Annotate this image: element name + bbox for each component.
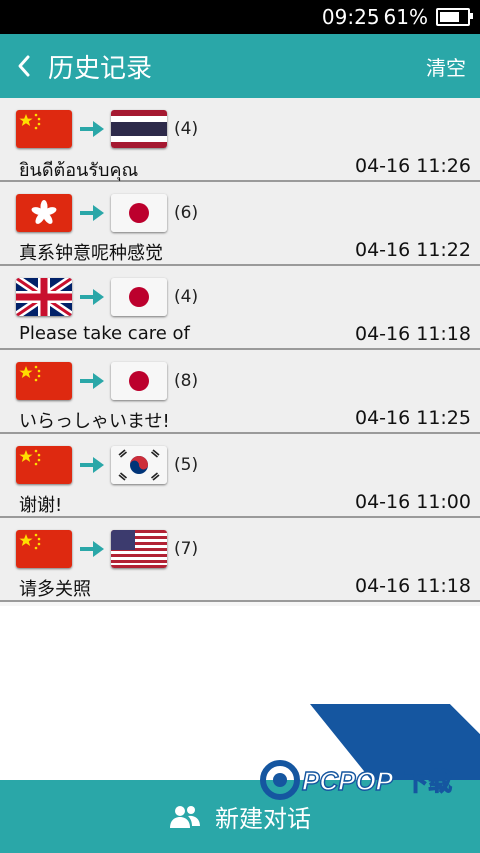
- arrow-right-icon: [80, 541, 104, 557]
- message-count: (4): [174, 119, 199, 139]
- timestamp: 04-16 11:26: [354, 155, 471, 177]
- flag-icon-us: [111, 530, 167, 568]
- timestamp: 04-16 11:18: [354, 575, 471, 597]
- svg-text:下载: 下载: [404, 768, 452, 796]
- arrow-right-icon: [80, 289, 104, 305]
- svg-text:PCPOP: PCPOP: [302, 766, 394, 796]
- back-icon[interactable]: [0, 34, 48, 98]
- phrase-text: Please take care of: [19, 323, 190, 344]
- page-title: 历史记录: [48, 53, 153, 84]
- history-item[interactable]: (5) 谢谢! 04-16 11:00: [0, 434, 480, 518]
- flag-icon-th: [111, 110, 167, 148]
- flag-icon-jp: [111, 278, 167, 316]
- message-count: (7): [174, 539, 199, 559]
- flag-icon-cn: [16, 362, 72, 400]
- history-item[interactable]: (8) いらっしゃいませ! 04-16 11:25: [0, 350, 480, 434]
- message-count: (5): [174, 455, 199, 475]
- phrase-text: 谢谢!: [19, 495, 63, 516]
- status-bar: 09:25 61%: [0, 0, 480, 34]
- watermark-logo: PCPOP 下载: [260, 760, 453, 800]
- phrase-text: いらっしゃいませ!: [19, 411, 170, 432]
- timestamp: 04-16 11:18: [354, 323, 471, 345]
- arrow-right-icon: [80, 205, 104, 221]
- flag-icon-cn: [16, 530, 72, 568]
- flag-icon-jp: [111, 362, 167, 400]
- timestamp: 04-16 11:22: [354, 239, 471, 261]
- users-icon: [170, 805, 200, 828]
- timestamp: 04-16 11:25: [354, 407, 471, 429]
- history-item[interactable]: (6) 真系钟意呢种感觉 04-16 11:22: [0, 182, 480, 266]
- phrase-text: 真系钟意呢种感觉: [19, 243, 163, 264]
- battery-icon: [436, 8, 473, 26]
- timestamp: 04-16 11:00: [354, 491, 471, 513]
- arrow-right-icon: [80, 457, 104, 473]
- arrow-right-icon: [80, 373, 104, 389]
- title-bar: 历史记录 清空: [0, 34, 480, 98]
- flag-icon-hk: [16, 194, 72, 232]
- flag-icon-cn: [16, 446, 72, 484]
- flag-icon-kr: [111, 446, 167, 484]
- history-list: (4) ยินดีต้อนรับคุณ 04-16 11:26 (6) 真系钟意呢种感觉…: [0, 98, 480, 602]
- history-item[interactable]: (4) ยินดีต้อนรับคุณ 04-16 11:26: [0, 98, 480, 182]
- battery-percent: 61%: [383, 5, 428, 29]
- message-count: (8): [174, 371, 199, 391]
- flag-icon-gb: [16, 278, 72, 316]
- flag-icon-cn: [16, 110, 72, 148]
- status-time: 09:25: [321, 5, 380, 29]
- phrase-text: 请多关照: [19, 579, 91, 600]
- arrow-right-icon: [80, 121, 104, 137]
- message-count: (4): [174, 287, 199, 307]
- history-item[interactable]: (7) 请多关照 04-16 11:18: [0, 518, 480, 602]
- history-item[interactable]: (4) Please take care of 04-16 11:18: [0, 266, 480, 350]
- clear-button[interactable]: 清空: [426, 52, 466, 81]
- message-count: (6): [174, 203, 199, 223]
- flag-icon-jp: [111, 194, 167, 232]
- phrase-text: ยินดีต้อนรับคุณ: [19, 160, 139, 181]
